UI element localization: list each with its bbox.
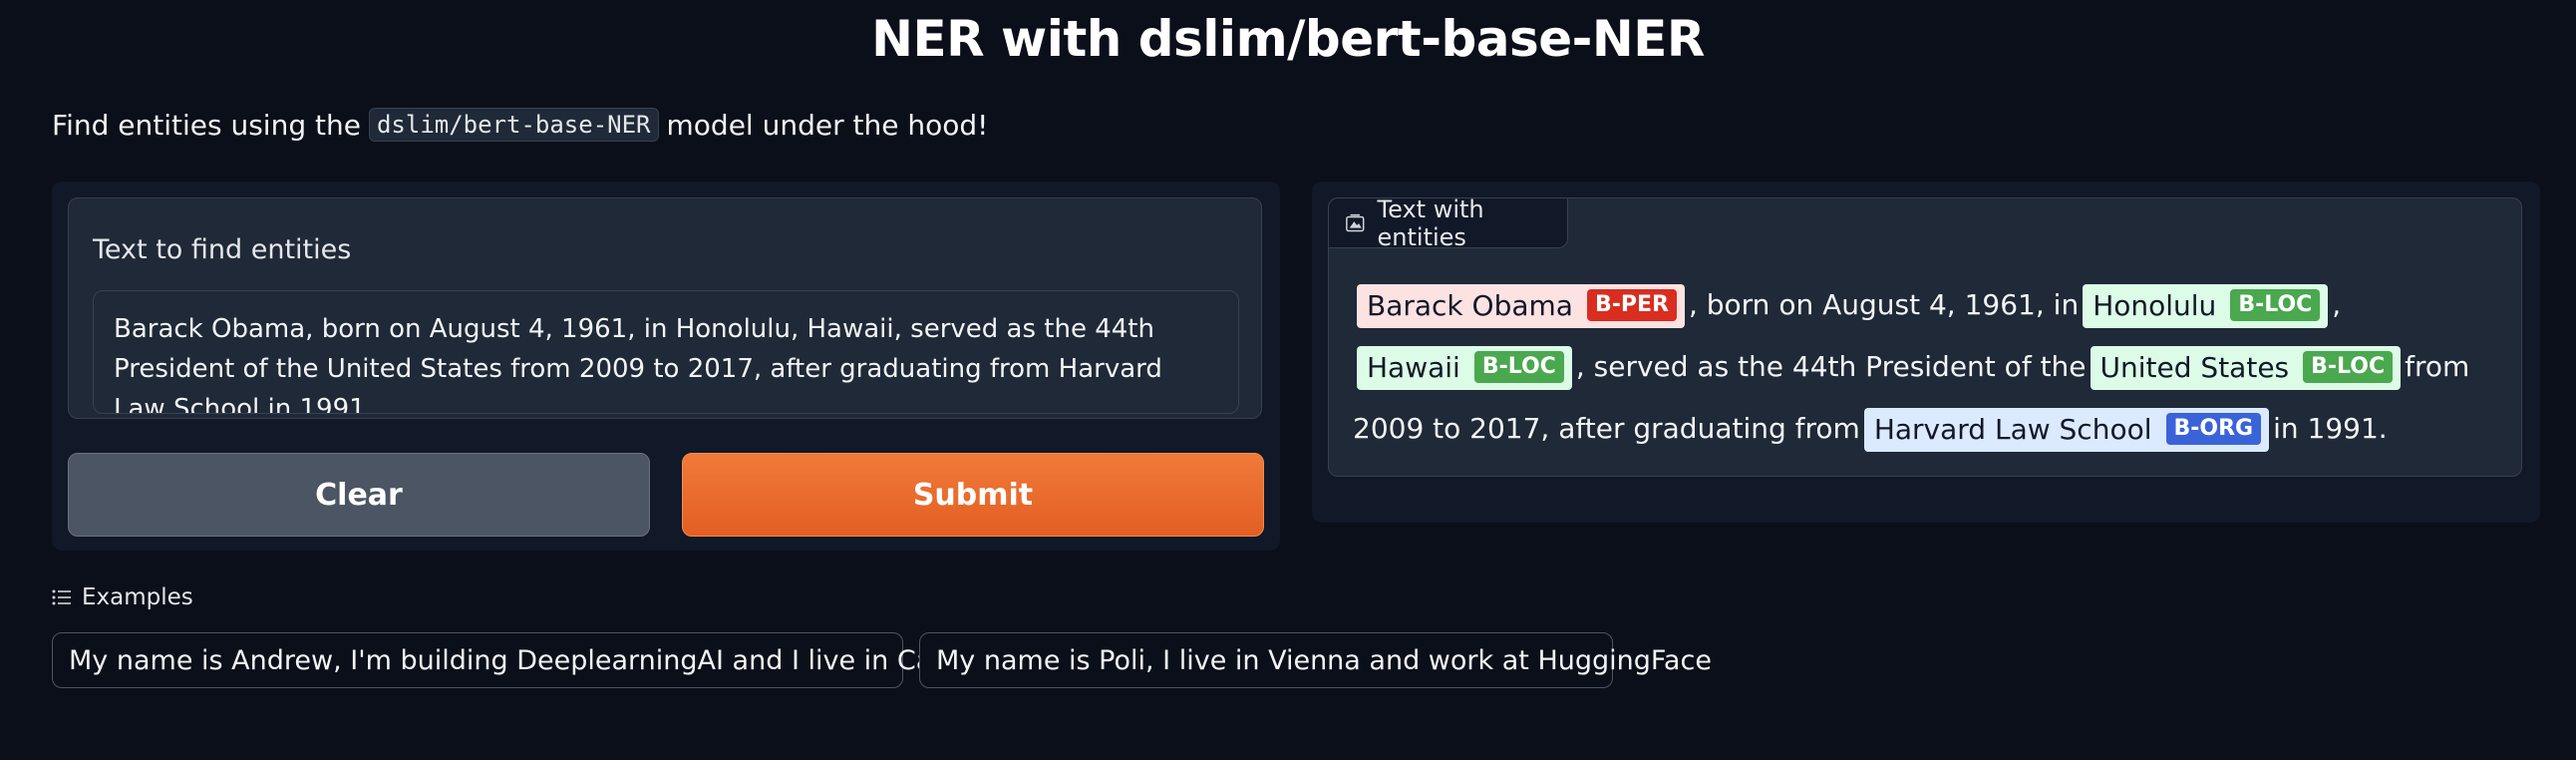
clear-button[interactable]: Clear xyxy=(68,453,650,537)
output-panel: Text with entities Barack Obama B-PER , bo… xyxy=(1312,182,2540,523)
example-button[interactable]: My name is Andrew, I'm building Deeplear… xyxy=(52,632,1025,688)
plain-text-segment: , xyxy=(2332,288,2342,321)
plain-text-segment: in 1991. xyxy=(2273,412,2388,445)
highlight-icon xyxy=(1346,213,1365,231)
entity-span: Barack Obama B-PER xyxy=(1357,284,1685,328)
entity-span: Hawaii B-LOC xyxy=(1357,346,1572,390)
entity-label-badge: B-PER xyxy=(1586,289,1677,321)
text-input[interactable]: Barack Obama, born on August 4, 1961, in… xyxy=(93,290,1239,414)
plain-text-segment: , served as the 44th President of the xyxy=(1575,350,2087,383)
text-input-block: Text to find entities Barack Obama, born… xyxy=(68,197,1262,419)
input-panel: Text to find entities Barack Obama, born… xyxy=(52,182,1280,551)
page-description: Find entities using the dslim/bert-base-… xyxy=(52,108,988,142)
entity-label-badge: B-LOC xyxy=(2230,289,2321,321)
entity-text: Honolulu xyxy=(2093,289,2217,322)
description-prefix: Find entities using the xyxy=(52,108,361,142)
entity-text: Barack Obama xyxy=(1367,289,1573,322)
examples-label: Examples xyxy=(82,584,193,610)
entity-span: Honolulu B-LOC xyxy=(2083,284,2329,328)
entity-text: Harvard Law School xyxy=(1873,413,2152,446)
output-tab: Text with entities xyxy=(1329,194,1568,251)
text-input-label: Text to find entities xyxy=(93,234,352,265)
examples-header: Examples xyxy=(52,584,193,610)
description-suffix: model under the hood! xyxy=(666,108,989,142)
entity-span: Harvard Law School B-ORG xyxy=(1863,408,2270,452)
plain-text-segment: , born on August 4, 1961, in xyxy=(1688,288,2080,321)
submit-button[interactable]: Submit xyxy=(682,453,1264,537)
model-name-code: dslim/bert-base-NER xyxy=(368,108,659,142)
entity-span: United States B-LOC xyxy=(2090,346,2402,390)
entity-text: Hawaii xyxy=(1367,351,1460,384)
output-tab-label: Text with entities xyxy=(1377,194,1484,251)
list-icon xyxy=(52,589,71,605)
highlighted-text: Barack Obama B-PER , born on August 4, 196… xyxy=(1353,274,2509,460)
example-button[interactable]: My name is Poli, I live in Vienna and wo… xyxy=(919,632,1712,688)
entity-label-badge: B-ORG xyxy=(2165,413,2262,445)
entity-label-badge: B-LOC xyxy=(1473,351,1564,383)
highlighted-output-block: Text with entities Barack Obama B-PER , bo… xyxy=(1328,194,2522,477)
entity-label-badge: B-LOC xyxy=(2303,351,2394,383)
page-title: NER with dslim/bert-base-NER xyxy=(871,10,1705,68)
entity-text: United States xyxy=(2099,351,2290,384)
